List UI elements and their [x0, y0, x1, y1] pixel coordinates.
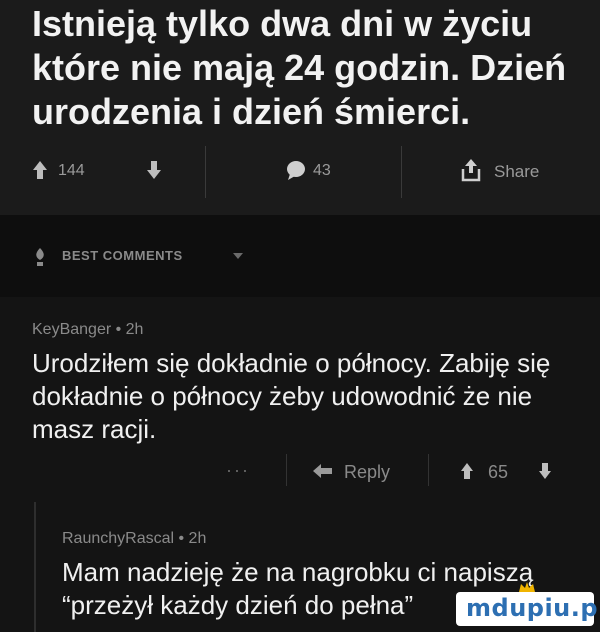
watermark-text: mdupiu.pl	[466, 594, 600, 622]
reply-arrow-icon[interactable]	[312, 462, 334, 480]
upvote-arrow-icon[interactable]	[32, 160, 48, 180]
comment-count: 43	[313, 162, 331, 179]
downvote-arrow-icon[interactable]	[146, 160, 162, 180]
divider	[428, 454, 429, 486]
post: Istnieją tylko dwa dni w życiu które nie…	[0, 0, 600, 215]
comment-vote-count: 65	[488, 462, 509, 482]
downvote-arrow-icon[interactable]	[538, 462, 552, 480]
share-icon[interactable]	[460, 158, 482, 182]
comment-author-time[interactable]: KeyBanger • 2h	[32, 321, 143, 339]
best-comments-header[interactable]: BEST COMMENTS	[0, 215, 600, 297]
trophy-icon	[36, 248, 44, 266]
divider	[401, 146, 402, 198]
comment-bubble-icon[interactable]	[286, 160, 306, 180]
reply-button[interactable]: Reply	[344, 462, 390, 483]
comment: KeyBanger • 2h Urodziłem się dokładnie o…	[0, 297, 600, 502]
best-comments-label: BEST COMMENTS	[62, 248, 183, 263]
divider	[205, 146, 206, 198]
comment-actions: ··· Reply 65	[0, 452, 600, 492]
post-actions: 144 43 Share	[0, 146, 600, 198]
comment-author-time[interactable]: RaunchyRascal • 2h	[62, 530, 206, 548]
crown-icon	[519, 582, 535, 592]
comment-text: Urodziłem się dokładnie o północy. Zabij…	[32, 348, 551, 444]
upvote-count: 144	[58, 162, 85, 179]
chevron-down-icon[interactable]	[232, 252, 244, 260]
more-options-icon[interactable]: ···	[226, 460, 250, 481]
post-title: Istnieją tylko dwa dni w życiu które nie…	[32, 3, 567, 132]
divider	[286, 454, 287, 486]
thread-line	[34, 502, 36, 632]
watermark-logo: mdupiu.pl	[456, 582, 600, 626]
share-button[interactable]: Share	[494, 162, 539, 182]
upvote-arrow-icon[interactable]	[460, 462, 474, 480]
